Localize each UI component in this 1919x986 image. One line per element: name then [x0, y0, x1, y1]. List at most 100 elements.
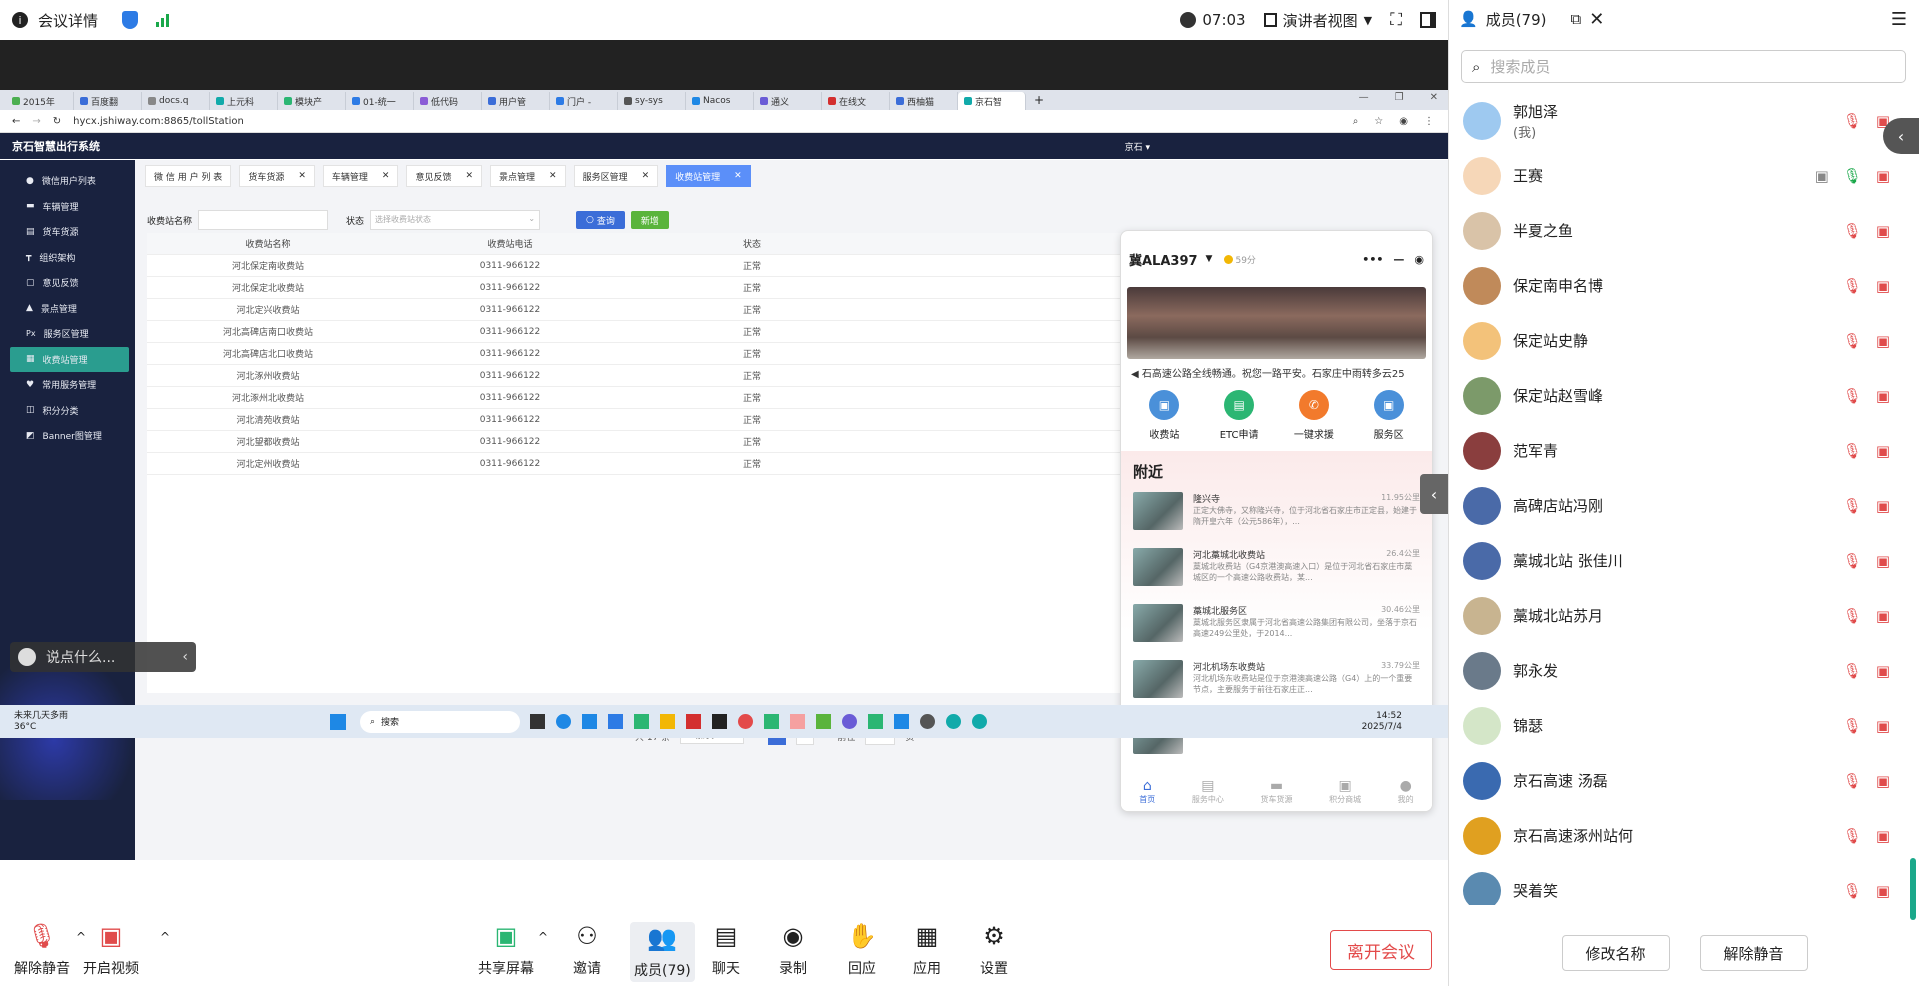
nav-mall[interactable]: ▣ 积分商城 [1329, 778, 1361, 805]
member-row[interactable]: 郭旭泽 (我) 🎙 ▣ [1449, 93, 1919, 148]
member-row[interactable]: 哭着笑 🎙 ▣ [1449, 863, 1919, 905]
app-icon[interactable] [530, 714, 545, 729]
camera-off-icon[interactable]: ▣ [1876, 662, 1890, 680]
status-select[interactable]: 选择收费站状态 ⌄ [370, 210, 541, 230]
quick-service-area[interactable]: ▣ 服务区 [1357, 390, 1421, 441]
sidebar-item-org[interactable]: ┳ 组织架构 [0, 245, 135, 271]
table-row[interactable]: 河北高碑店北口收费站 0311-966122 正常 [147, 343, 1187, 365]
camera-off-icon[interactable]: ▣ [1876, 442, 1890, 460]
browser-tab[interactable]: 西柚猫 [890, 92, 958, 110]
record-button[interactable]: ◉ 录制 [779, 922, 807, 978]
close-icon[interactable]: ✕ [298, 171, 306, 181]
system-clock[interactable]: 14:52 2025/7/4 [1362, 711, 1402, 733]
sidebar-item-wechat-users[interactable]: ● 微信用户列表 [0, 168, 135, 194]
sidebar-toggle-icon[interactable] [1420, 12, 1436, 28]
taskbar-search[interactable]: ⌕ 搜索 [360, 710, 520, 733]
weather-widget[interactable]: 未来几天多雨 36°C [0, 711, 68, 733]
member-row[interactable]: 半夏之鱼 🎙 ▣ [1449, 203, 1919, 258]
back-icon[interactable]: ← [12, 116, 20, 127]
nearby-item[interactable]: 河北机场东收费站 33.79公里 河北机场东收费站是位于京港澳高速公路（G4）上的… [1133, 660, 1420, 710]
table-row[interactable]: 河北清苑收费站 0311-966122 正常 [147, 409, 1187, 431]
browser-tab[interactable]: 通义 [754, 92, 822, 110]
sidebar-item-points[interactable]: ◫ 积分分类 [0, 398, 135, 424]
emoji-icon[interactable] [18, 648, 36, 666]
store-icon[interactable] [582, 714, 597, 729]
meeting-app-icon[interactable] [790, 714, 805, 729]
member-row[interactable]: 京石高速 汤磊 🎙 ▣ [1449, 753, 1919, 808]
camera-off-icon[interactable]: ▣ [1876, 772, 1890, 790]
page-tab[interactable]: 服务区管理 ✕ [573, 165, 659, 187]
chevron-up-icon[interactable]: ^ [538, 930, 548, 944]
table-row[interactable]: 河北定兴收费站 0311-966122 正常 [147, 299, 1187, 321]
sidebar-item-feedback[interactable]: ▢ 意见反馈 [0, 270, 135, 296]
chat-button[interactable]: ▤ 聊天 [712, 922, 740, 978]
forward-icon[interactable]: → [32, 116, 40, 127]
camera-off-icon[interactable]: ▣ [1876, 607, 1890, 625]
expand-panel-icon[interactable]: ‹ [1420, 474, 1448, 514]
chevron-up-icon[interactable]: ^ [160, 930, 170, 944]
nav-cargo[interactable]: ▬ 货车货源 [1260, 778, 1292, 805]
browser-tab[interactable]: 百度翻 [74, 92, 142, 110]
nav-home[interactable]: ⌂ 首页 [1139, 778, 1155, 805]
app-icon[interactable] [842, 714, 857, 729]
query-button[interactable]: ○ 查询 [576, 211, 625, 229]
sidebar-item-scenic[interactable]: ▲ 景点管理 [0, 296, 135, 322]
member-row[interactable]: 京石高速涿州站何 🎙 ▣ [1449, 808, 1919, 863]
page-tab[interactable]: 货车货源 ✕ [239, 165, 315, 187]
menu-dots-icon[interactable]: ⋮ [1424, 116, 1434, 127]
mic-muted-icon[interactable]: 🎙 [1843, 442, 1862, 460]
popout-icon[interactable]: ⧉ [1570, 10, 1581, 28]
unmute-all-button[interactable]: 解除静音 [1699, 935, 1808, 971]
close-icon[interactable]: ✕ [734, 171, 742, 181]
reload-icon[interactable]: ↻ [53, 116, 61, 127]
speaker-view-button[interactable]: 演讲者视图 ▼ [1263, 10, 1372, 31]
name-filter-input[interactable] [198, 210, 329, 230]
table-row[interactable]: 河北保定北收费站 0311-966122 正常 [147, 277, 1187, 299]
close-icon[interactable]: ✕ [465, 171, 473, 181]
browser-tab[interactable]: 上元科 [210, 92, 278, 110]
more-icon[interactable]: ••• [1362, 253, 1383, 266]
member-row[interactable]: 高碑店站冯刚 🎙 ▣ [1449, 478, 1919, 533]
table-row[interactable]: 河北保定南收费站 0311-966122 正常 [147, 255, 1187, 277]
idea-icon[interactable] [712, 714, 727, 729]
close-window-icon[interactable]: ✕ [1430, 92, 1438, 103]
member-row[interactable]: 藁城北站苏月 🎙 ▣ [1449, 588, 1919, 643]
url-field[interactable]: hycx.jshiway.com:8865/tollStation [73, 116, 244, 127]
banner-image[interactable] [1127, 287, 1426, 359]
page-tab[interactable]: 景点管理 ✕ [490, 165, 566, 187]
mic-muted-icon[interactable]: 🎙 [1843, 387, 1862, 405]
app-icon[interactable] [946, 714, 961, 729]
wechat-icon[interactable] [764, 714, 779, 729]
table-row[interactable]: 河北涿州北收费站 0311-966122 正常 [147, 387, 1187, 409]
reaction-button[interactable]: ✋ 回应 [847, 922, 877, 978]
camera-off-icon[interactable]: ▣ [1876, 222, 1890, 240]
camera-off-icon[interactable]: ▣ [1876, 552, 1890, 570]
rename-button[interactable]: 修改名称 [1561, 935, 1670, 971]
chat-app-icon[interactable] [634, 714, 649, 729]
edge-icon[interactable] [556, 714, 571, 729]
sidebar-item-common-services[interactable]: ♥ 常用服务管理 [0, 372, 135, 398]
app-icon[interactable] [868, 714, 883, 729]
browser-tab[interactable]: 2015年 [6, 92, 74, 110]
mic-muted-icon[interactable]: 🎙 [1843, 827, 1862, 845]
quick-toll-station[interactable]: ▣ 收费站 [1132, 390, 1196, 441]
app-icon[interactable] [972, 714, 987, 729]
sidebar-item-service-area[interactable]: Px 服务区管理 [0, 321, 135, 347]
browser-tab[interactable]: 在线文 [822, 92, 890, 110]
leave-meeting-button[interactable]: 离开会议 [1330, 930, 1432, 970]
sidebar-item-banner[interactable]: ◩ Banner图管理 [0, 423, 135, 449]
table-row[interactable]: 河北定州收费站 0311-966122 正常 [147, 453, 1187, 475]
camera-off-icon[interactable]: ▣ [1876, 277, 1890, 295]
member-row[interactable]: 藁城北站 张佳川 🎙 ▣ [1449, 533, 1919, 588]
mic-muted-icon[interactable]: 🎙 [1843, 552, 1862, 570]
apps-button[interactable]: ▦ 应用 [913, 922, 941, 978]
nearby-item[interactable]: 河北藁城北收费站 26.4公里 藁城北收费站（G4京港澳高速入口）是位于河北省石家… [1133, 548, 1420, 598]
page-tab[interactable]: 微 信 用 户 列 表 [145, 165, 232, 187]
browser-tab[interactable]: 01-统一 [346, 92, 414, 110]
notes-icon[interactable] [816, 714, 831, 729]
camera-off-icon[interactable]: ▣ [1876, 332, 1890, 350]
zoom-icon[interactable]: ⌕ [1353, 116, 1359, 127]
quick-etc[interactable]: ▤ ETC申请 [1207, 390, 1271, 441]
target-icon[interactable]: ◉ [1414, 253, 1424, 266]
mic-muted-icon[interactable]: 🎙 [1843, 772, 1862, 790]
